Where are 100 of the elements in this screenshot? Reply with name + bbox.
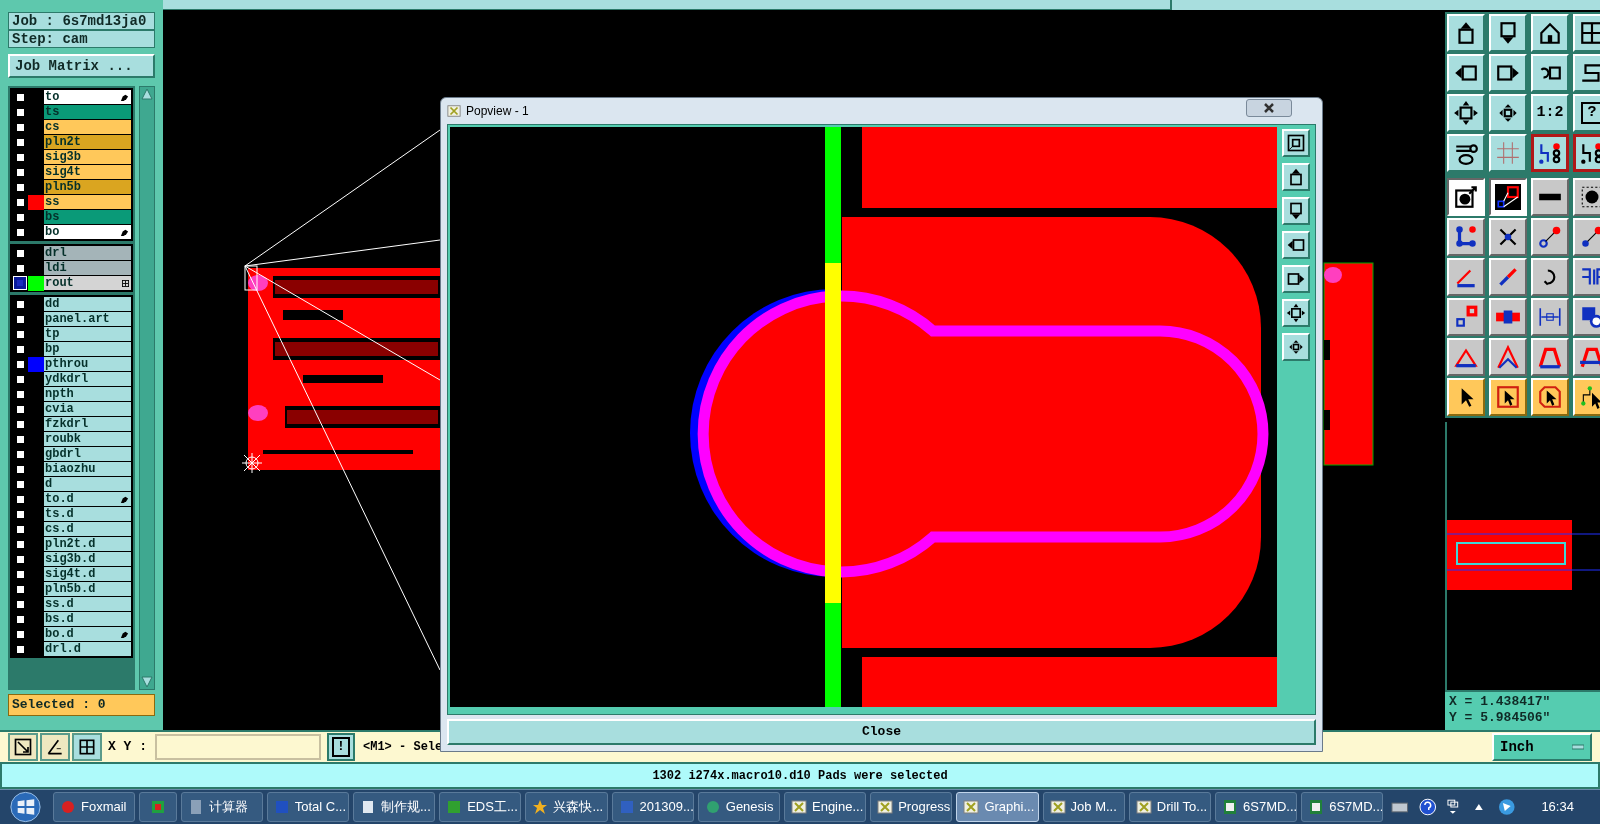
checkbox[interactable] [14,313,26,325]
checkbox[interactable] [14,388,26,400]
checkbox[interactable] [14,433,26,445]
taskbar-button[interactable]: Engine... [784,792,867,822]
checkbox[interactable] [14,538,26,550]
checkbox[interactable] [14,583,26,595]
units-dropdown[interactable]: Inch [1492,733,1592,761]
layer-name[interactable]: ss [44,195,131,209]
start-button[interactable] [10,791,41,823]
layer-name[interactable]: bs [44,210,131,224]
job-matrix-button[interactable]: Job Matrix ... [8,54,155,78]
close-button[interactable]: Close [447,719,1316,745]
layer-name[interactable]: cs [44,120,131,134]
checkbox[interactable] [14,343,26,355]
layer-name[interactable]: cs.d [44,522,131,536]
checkbox[interactable] [14,523,26,535]
layer-name[interactable]: biaozhu [44,462,131,476]
checkbox[interactable] [14,493,26,505]
scrollbar[interactable] [139,86,155,690]
checkbox[interactable] [14,298,26,310]
layer-name[interactable]: to.d [44,492,131,506]
checkbox[interactable] [14,478,26,490]
tool-button[interactable] [1573,134,1600,172]
taskbar-button[interactable]: Drill To... [1128,792,1211,822]
layer-name[interactable]: tp [44,327,131,341]
layer-name[interactable]: dd [44,297,131,311]
checkbox[interactable] [14,508,26,520]
checkbox[interactable] [14,247,26,259]
layer-name[interactable]: ts [44,105,131,119]
checkbox[interactable] [14,166,26,178]
checkbox[interactable] [14,328,26,340]
layer-name[interactable]: sig3b.d [44,552,131,566]
layer-name[interactable]: pln2t [44,135,131,149]
checkbox[interactable] [14,553,26,565]
taskbar-button[interactable]: 6S7MD... [1301,792,1384,822]
checkbox[interactable] [14,403,26,415]
layer-name[interactable]: bo.d [44,627,131,641]
taskbar-button[interactable]: 制作规... [352,792,436,822]
checkbox[interactable] [14,463,26,475]
layer-name[interactable]: ldi [44,261,131,275]
layer-name[interactable]: npth [44,387,131,401]
tool-button[interactable] [1489,178,1527,216]
tool-button[interactable] [40,733,70,761]
checkbox[interactable] [14,277,26,289]
checkbox[interactable] [14,358,26,370]
tool-button[interactable] [8,733,38,761]
checkbox[interactable] [14,136,26,148]
taskbar-button[interactable]: Progress [870,792,953,822]
layer-name[interactable]: pln2t.d [44,537,131,551]
layer-name[interactable]: rout [44,276,131,290]
checkbox[interactable] [14,568,26,580]
layer-name[interactable]: pln5b [44,180,131,194]
checkbox[interactable] [14,643,26,655]
layer-name[interactable]: sig3b [44,150,131,164]
tool-button[interactable]: ? [1573,94,1600,132]
taskbar-button[interactable]: Foxmail [52,792,136,822]
checkbox[interactable] [14,211,26,223]
close-button[interactable] [1246,99,1292,117]
taskbar-button[interactable]: Graphi... [956,792,1039,822]
action-button[interactable]: ! [327,733,355,761]
layer-name[interactable]: drl.d [44,642,131,656]
checkbox[interactable] [14,196,26,208]
checkbox[interactable] [14,628,26,640]
tool-button[interactable] [1447,178,1485,216]
checkbox[interactable] [14,598,26,610]
layer-name[interactable]: pln5b.d [44,582,131,596]
checkbox[interactable] [14,226,26,238]
layer-name[interactable]: ss.d [44,597,131,611]
checkbox[interactable] [14,106,26,118]
layer-name[interactable]: pthrou [44,357,131,371]
coordinate-input[interactable] [155,734,321,760]
taskbar-button[interactable]: 计算器 [180,792,263,822]
layer-name[interactable]: d [44,477,131,491]
layer-name[interactable]: sig4t [44,165,131,179]
taskbar-button[interactable]: 6S7MD... [1215,792,1298,822]
layer-name[interactable]: roubk [44,432,131,446]
checkbox[interactable] [14,151,26,163]
tool-button[interactable] [72,733,102,761]
layer-name[interactable]: sig4t.d [44,567,131,581]
layer-name[interactable]: bp [44,342,131,356]
layer-name[interactable]: cvia [44,402,131,416]
taskbar-button[interactable]: Job M... [1042,792,1125,822]
checkbox[interactable] [14,181,26,193]
taskbar-button[interactable]: Genesis [697,792,780,822]
taskbar-button[interactable]: 兴森快... [525,792,608,822]
layer-name[interactable]: drl [44,246,131,260]
checkbox[interactable] [14,613,26,625]
layer-name[interactable]: panel.art [44,312,131,326]
layer-name[interactable]: to [44,90,131,104]
checkbox[interactable] [14,373,26,385]
layer-name[interactable]: bs.d [44,612,131,626]
checkbox[interactable] [14,262,26,274]
layer-name[interactable]: bo [44,225,131,239]
layer-name[interactable]: fzkdrl [44,417,131,431]
layer-name[interactable]: ts.d [44,507,131,521]
taskbar-button[interactable]: 201309... [611,792,694,822]
layer-name[interactable]: ydkdrl [44,372,131,386]
checkbox[interactable] [14,418,26,430]
layer-name[interactable]: gbdrl [44,447,131,461]
taskbar-button[interactable]: EDS工... [439,792,522,822]
